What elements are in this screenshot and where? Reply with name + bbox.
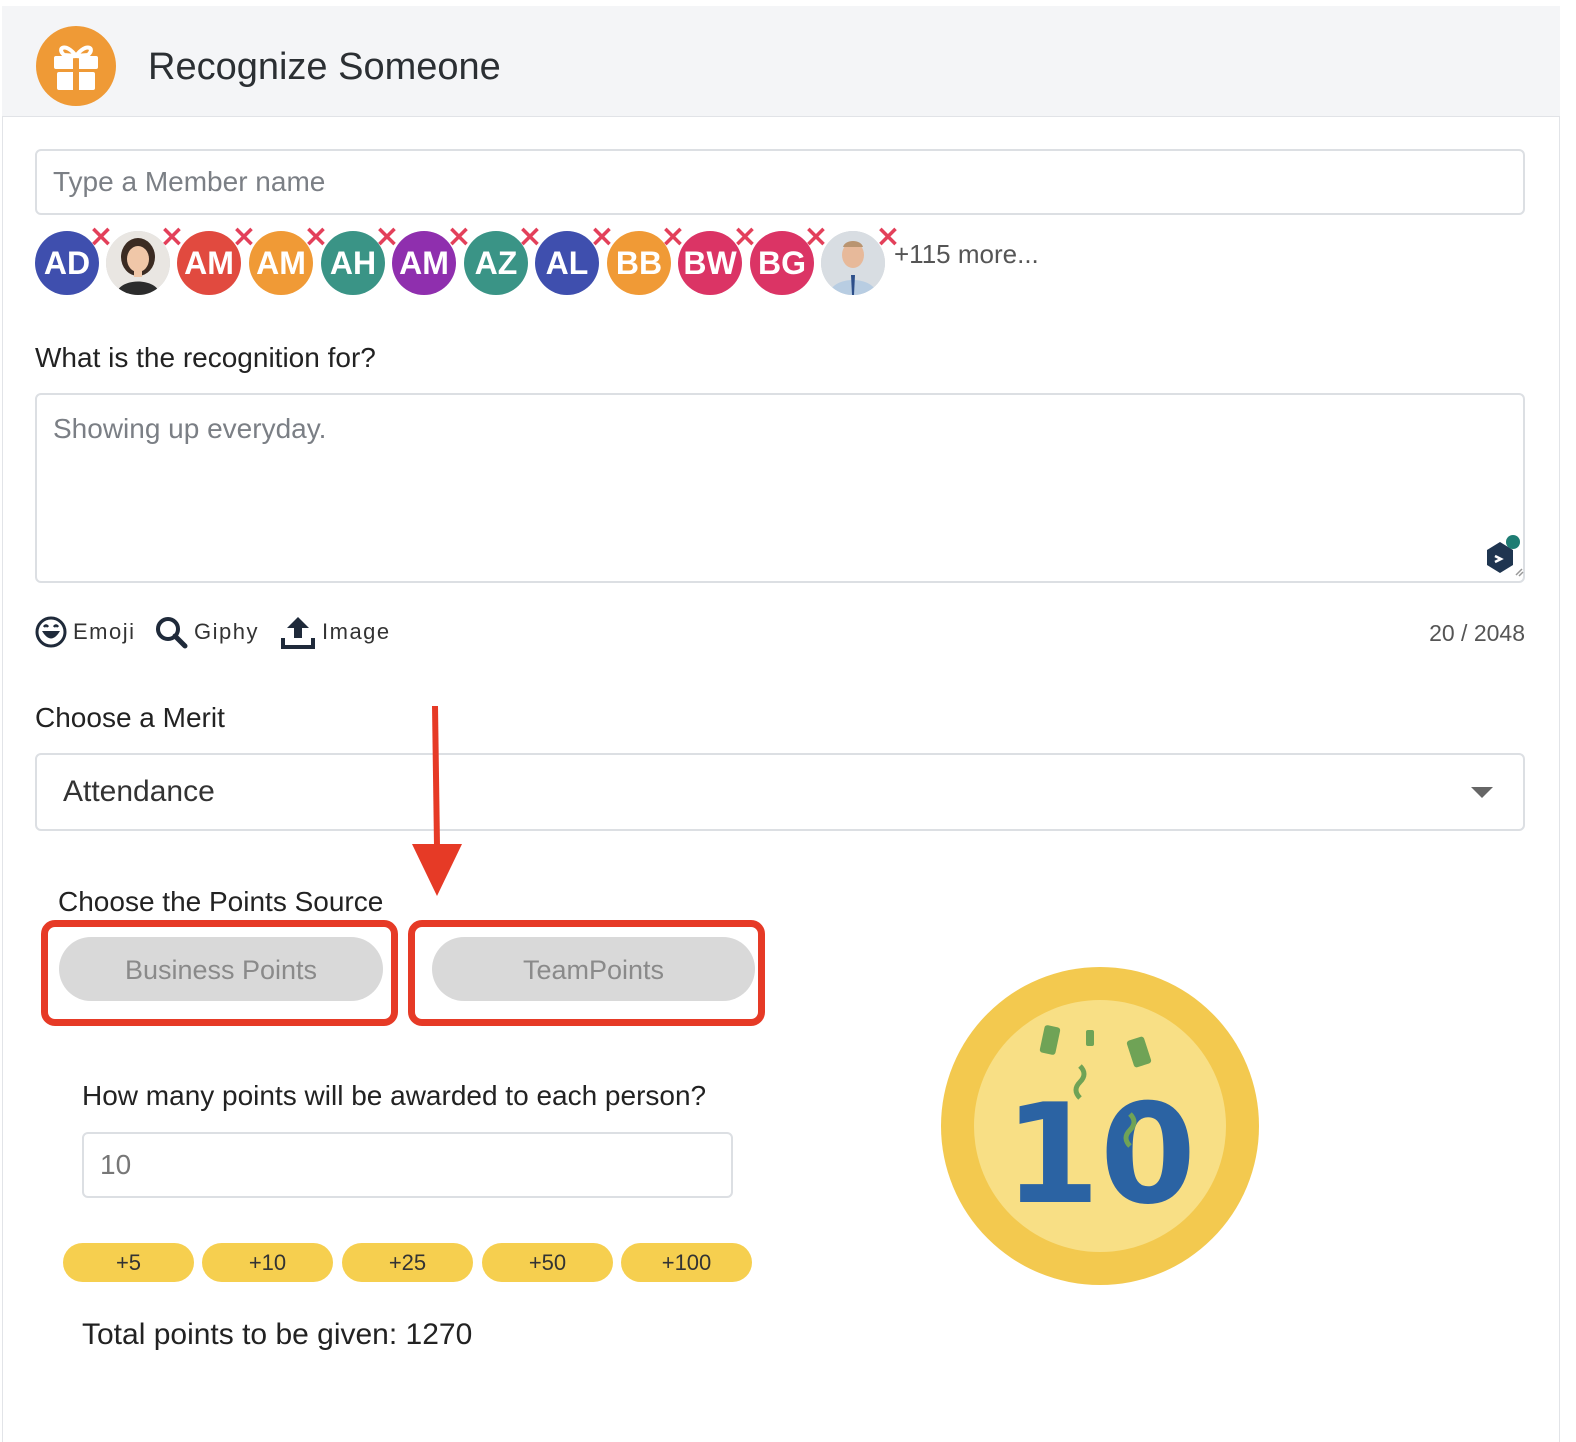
merit-label: Choose a Merit xyxy=(35,702,225,733)
emoji-button[interactable]: Emoji xyxy=(35,614,136,650)
emoji-label: Emoji xyxy=(73,619,136,644)
increment-10-button[interactable]: +10 xyxy=(202,1243,333,1282)
upload-icon xyxy=(281,617,315,649)
increment-5-button[interactable]: +5 xyxy=(63,1243,194,1282)
increment-25-button[interactable]: +25 xyxy=(342,1243,473,1282)
points-source-label: Choose the Points Source xyxy=(58,886,384,917)
page-title: Recognize Someone xyxy=(148,46,501,88)
total-points-text: Total points to be given: 1270 xyxy=(82,1318,473,1351)
merit-select[interactable]: Attendance xyxy=(35,753,1525,831)
form-header: Recognize Someone xyxy=(2,6,1560,117)
points-coin-icon: 10 xyxy=(941,967,1259,1285)
member-search-input[interactable] xyxy=(35,149,1525,215)
gift-icon xyxy=(36,26,116,106)
emoji-icon xyxy=(35,616,67,648)
grammar-assistant-icon[interactable] xyxy=(1482,534,1524,578)
increment-50-button[interactable]: +50 xyxy=(482,1243,613,1282)
giphy-label: Giphy xyxy=(194,619,259,644)
annotation-arrow-icon xyxy=(412,706,462,896)
points-input[interactable] xyxy=(82,1132,733,1198)
team-points-button[interactable]: TeamPoints xyxy=(432,937,755,1001)
image-label: Image xyxy=(322,619,391,644)
points-per-person-label: How many points will be awarded to each … xyxy=(82,1080,707,1111)
coin-value: 10 xyxy=(1004,1074,1196,1235)
increment-100-button[interactable]: +100 xyxy=(621,1243,752,1282)
business-points-button[interactable]: Business Points xyxy=(59,937,383,1001)
search-icon xyxy=(156,617,188,649)
character-counter: 20 / 2048 xyxy=(1429,620,1525,646)
more-recipients-link[interactable]: +115 more... xyxy=(894,239,1039,270)
recognition-textarea[interactable] xyxy=(35,393,1525,583)
chevron-down-icon xyxy=(1471,787,1493,798)
merit-selected-value: Attendance xyxy=(63,775,215,808)
giphy-button[interactable]: Giphy xyxy=(154,614,259,650)
recognition-label: What is the recognition for? xyxy=(35,342,376,373)
image-upload-button[interactable]: Image xyxy=(280,614,391,650)
